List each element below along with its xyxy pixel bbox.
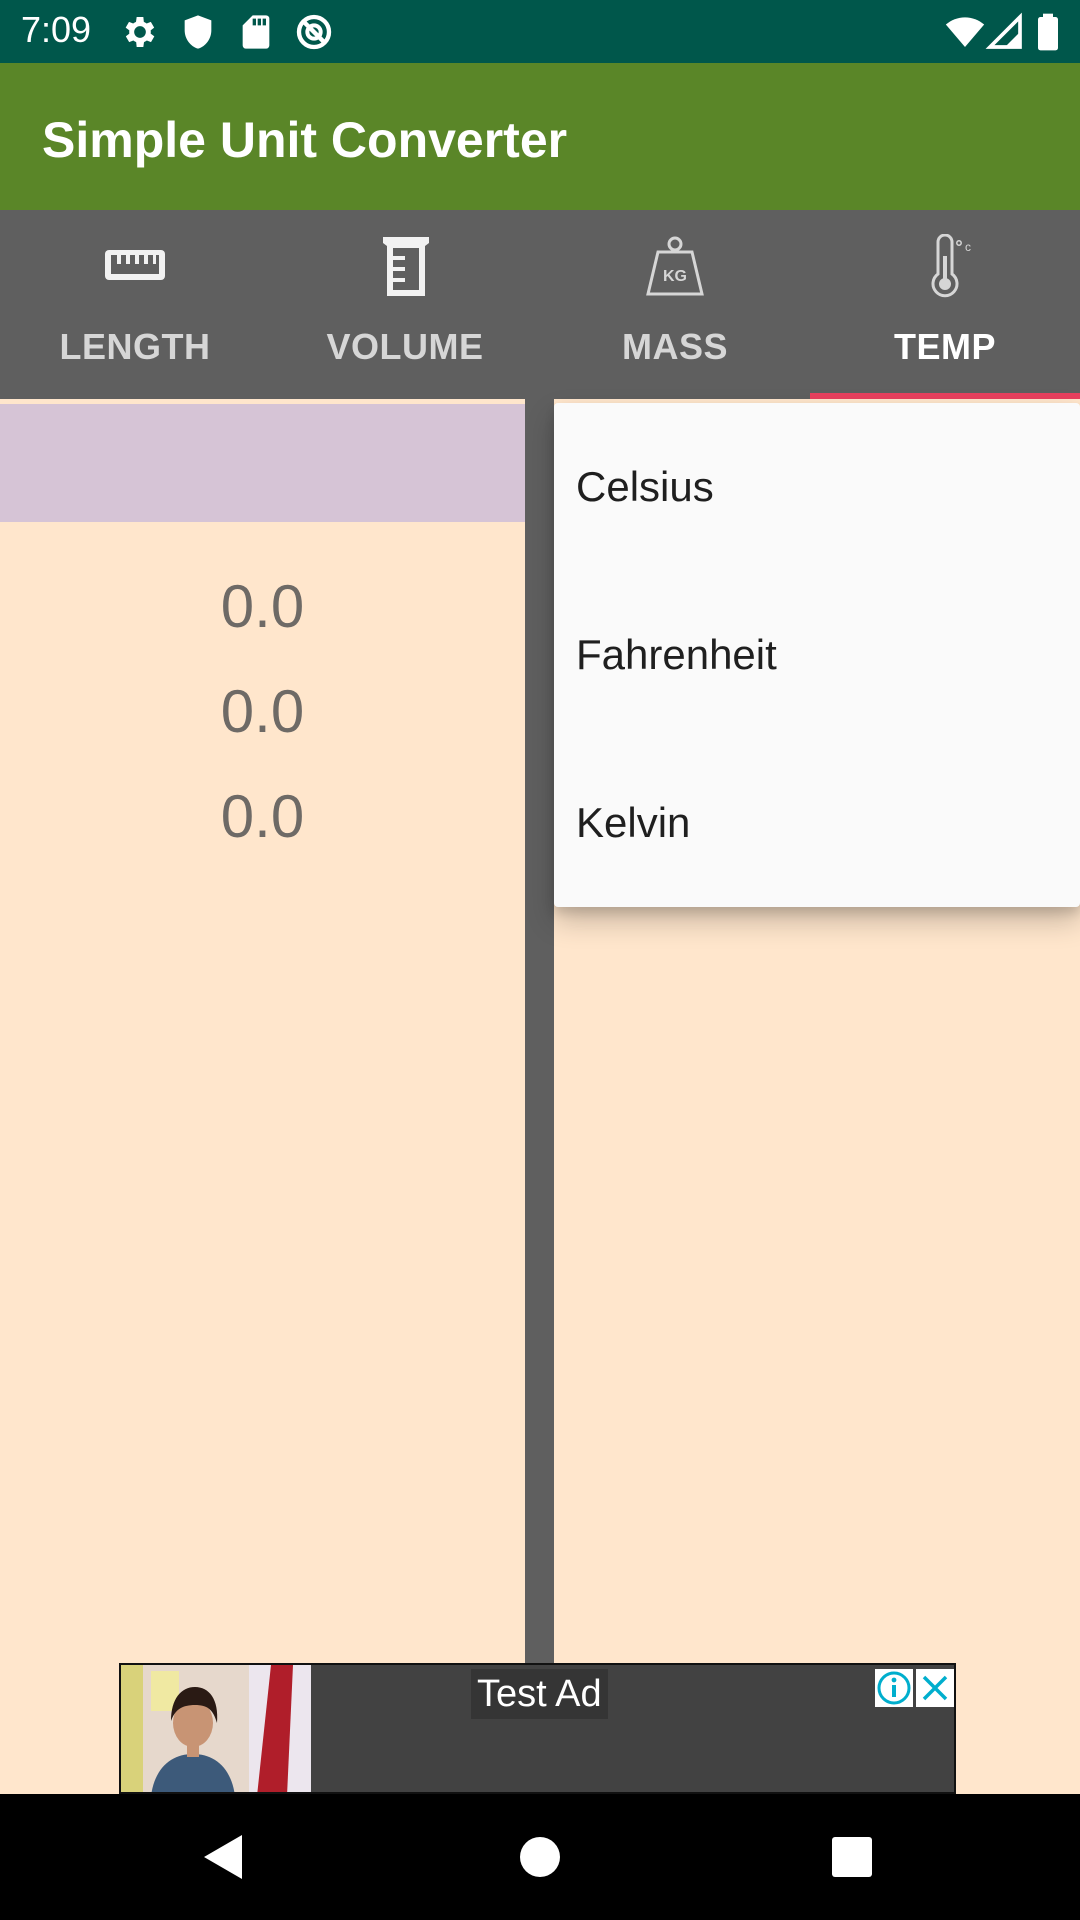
- app-bar: Simple Unit Converter: [0, 63, 1080, 210]
- value-output-3: 0.0: [220, 783, 305, 850]
- battery-icon: [1038, 13, 1058, 51]
- ad-banner[interactable]: Test Ad: [119, 1663, 956, 1794]
- dropdown-option-label: Fahrenheit: [576, 631, 777, 678]
- sd-card-icon: [242, 15, 270, 49]
- tab-volume[interactable]: VOLUME: [270, 210, 540, 399]
- shield-icon: [184, 15, 212, 49]
- svg-text:KG: KG: [663, 268, 687, 285]
- tab-label-mass: MASS: [621, 326, 728, 367]
- recents-icon[interactable]: [824, 1829, 880, 1885]
- dropdown-option-label: Kelvin: [576, 799, 691, 846]
- thermometer-icon: c: [931, 234, 971, 298]
- unit-spinner[interactable]: [0, 404, 525, 522]
- home-icon[interactable]: [512, 1829, 568, 1885]
- dropdown-option-label: Celsius: [576, 463, 714, 510]
- beaker-icon: [383, 237, 429, 296]
- left-pane: 0.0 0.0 0.0: [0, 399, 525, 1794]
- unit-dropdown-menu: Celsius Fahrenheit Kelvin: [554, 403, 1080, 907]
- no-sync-icon: [296, 14, 332, 50]
- tab-label-temp: TEMP: [893, 326, 996, 367]
- tab-mass[interactable]: KG MASS: [540, 210, 810, 399]
- ruler-icon: [105, 250, 165, 280]
- app-title: Simple Unit Converter: [42, 112, 568, 168]
- gear-icon: [125, 17, 155, 47]
- signal-icon: [985, 12, 1022, 49]
- ad-close-icon[interactable]: [916, 1669, 954, 1707]
- tab-label-volume: VOLUME: [326, 326, 484, 367]
- dropdown-option-celsius[interactable]: Celsius: [554, 403, 1080, 571]
- kg-weight-icon: KG: [646, 236, 704, 296]
- tab-label-length: LENGTH: [59, 326, 211, 367]
- status-time: 7:09: [21, 9, 92, 50]
- status-bar: 7:09: [0, 0, 1080, 63]
- svg-text:c: c: [965, 240, 971, 254]
- pane-divider: [525, 399, 554, 1794]
- navigation-bar: [0, 1794, 1080, 1920]
- wifi-icon: [945, 17, 985, 47]
- ad-info-icon[interactable]: [875, 1669, 913, 1707]
- ad-label: Test Ad: [471, 1669, 608, 1719]
- tab-temp[interactable]: c TEMP: [810, 210, 1080, 399]
- tab-bar: LENGTH VOLUME KG MASS c TEMP: [0, 210, 1080, 399]
- value-output-1: 0.0: [220, 573, 305, 640]
- ad-photo: [121, 1665, 311, 1792]
- tab-length[interactable]: LENGTH: [0, 210, 270, 399]
- dropdown-option-fahrenheit[interactable]: Fahrenheit: [554, 571, 1080, 739]
- back-icon[interactable]: [196, 1829, 252, 1885]
- dropdown-option-kelvin[interactable]: Kelvin: [554, 739, 1080, 907]
- value-output-2: 0.0: [220, 678, 305, 745]
